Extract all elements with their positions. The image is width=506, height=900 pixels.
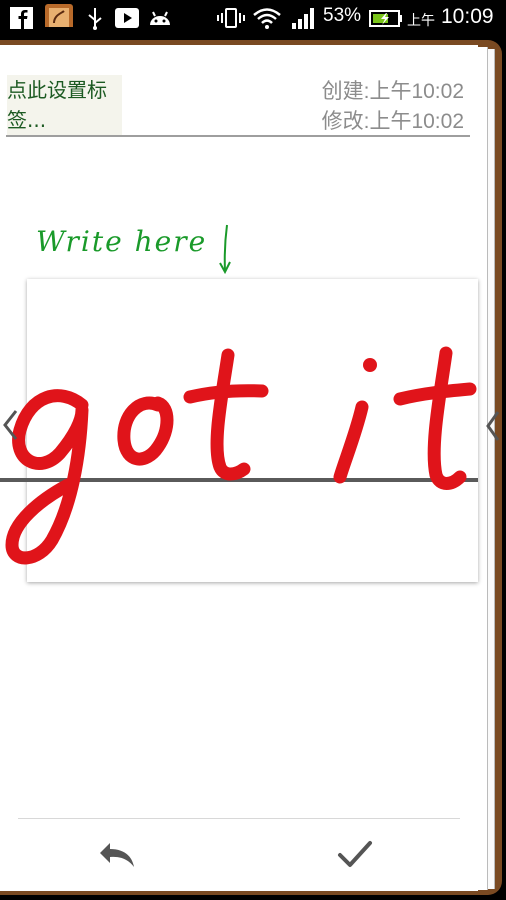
usb-icon xyxy=(88,8,102,30)
app-icon xyxy=(45,4,73,27)
signal-icon xyxy=(292,8,314,29)
status-ampm: 上午 xyxy=(407,12,435,28)
prev-page-icon[interactable] xyxy=(0,405,20,445)
handwriting-strokes xyxy=(5,346,477,565)
battery-icon xyxy=(369,10,402,27)
created-time: 创建:上午10:02 xyxy=(321,80,464,103)
check-icon[interactable] xyxy=(326,829,386,879)
play-store-icon xyxy=(115,8,139,28)
toolbar-divider xyxy=(18,818,460,819)
status-time: 10:09 xyxy=(441,5,494,28)
write-here-hint: Write here xyxy=(36,225,208,258)
note-timestamps: 创建:上午10:02 修改:上午10:02 xyxy=(322,77,464,137)
android-icon xyxy=(150,11,170,25)
battery-percent: 53% xyxy=(323,5,362,26)
header-divider xyxy=(6,135,470,137)
tag-title-field[interactable]: 点此设置标签... xyxy=(7,75,122,135)
wifi-icon xyxy=(253,8,281,29)
status-bar: 53% 上午 10:09 xyxy=(0,0,506,37)
facebook-icon xyxy=(10,7,33,29)
vibrate-icon xyxy=(217,8,245,28)
hint-arrow-icon xyxy=(219,224,231,275)
next-page-icon[interactable] xyxy=(484,406,504,446)
modified-time: 修改:上午10:02 xyxy=(321,110,464,133)
notebook-frame: 点此设置标签... 创建:上午10:02 修改:上午10:02 Write he… xyxy=(0,37,506,900)
note-page[interactable]: 点此设置标签... 创建:上午10:02 修改:上午10:02 Write he… xyxy=(0,45,478,891)
undo-icon[interactable] xyxy=(88,829,148,879)
